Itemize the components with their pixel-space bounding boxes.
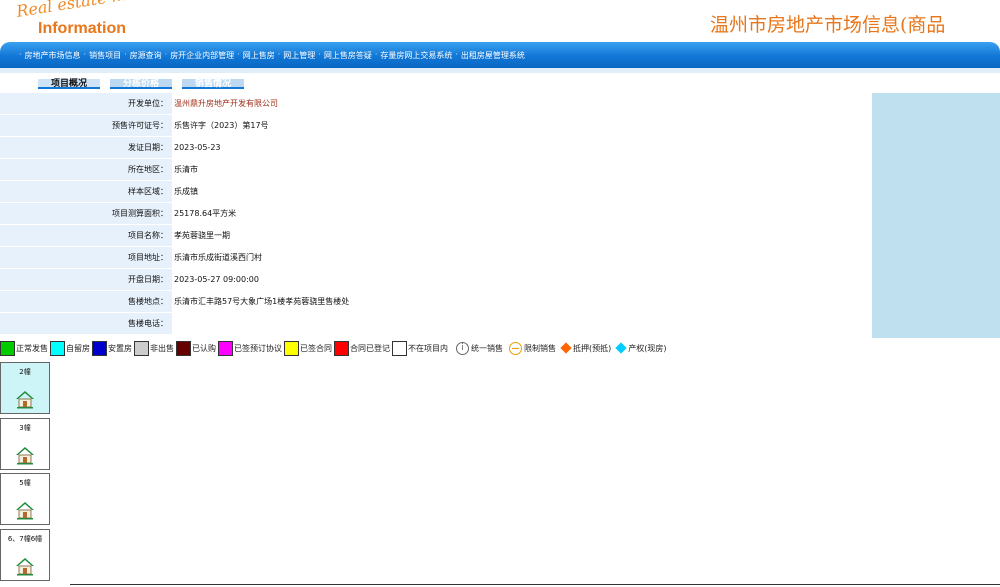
info-value: 孝苑蓉骁里一期 [172,225,872,246]
legend-item: i 统一销售 [450,341,503,355]
info-row-address: 项目地址： 乐清市乐成街道溪西门村 [0,247,872,269]
logo-bottom-text: Information [38,20,126,37]
legend-swatch [134,340,149,356]
info-row-phone: 售楼电话： [0,313,872,335]
legend-item: 正常发售 [0,340,48,356]
building-card-2[interactable]: 2幢 [0,362,50,414]
building-name: 3幢 [19,424,31,432]
nav-item-house-search[interactable]: 房源查询 [130,50,162,61]
info-value: 温州鼎升房地产开发有限公司 [172,93,872,114]
legend-item: 抵押(预抵) [558,342,611,354]
legend-swatch [50,340,65,356]
tab-building-prices[interactable]: 分栋价格 [110,79,172,89]
nav-item-sales-faq[interactable]: 网上售房答疑 [324,50,372,61]
legend-item: 已签预订协议 [218,340,282,356]
legend-item: 合同已登记 [334,340,390,356]
info-label: 样本区域： [0,181,172,202]
minus-circle-icon [509,341,522,355]
info-circle-icon: i [456,341,469,355]
info-row-project-name: 项目名称： 孝苑蓉骁里一期 [0,225,872,247]
project-info-table: 开发单位： 温州鼎升房地产开发有限公司 预售许可证号： 乐售许字（2023）第1… [0,93,1000,338]
info-row-sales-office: 售楼地点： 乐清市汇丰路57号大象广场1楼孝苑蓉骁里售楼处 [0,291,872,313]
cyan-diamond-icon [615,342,627,354]
info-row-issue-date: 发证日期： 2023-05-23 [0,137,872,159]
legend-item: 非出售 [134,340,174,356]
legend-item: 产权(现房) [613,342,667,354]
info-value: 乐清市乐成街道溪西门村 [172,247,872,268]
house-icon [16,502,34,520]
nav-item-market-info[interactable]: 房地产市场信息 [25,50,81,61]
building-card-6-7[interactable]: 6、7幢6幢 [0,529,50,581]
info-value: 乐成镇 [172,181,872,202]
info-value: 乐售许字（2023）第17号 [172,115,872,136]
legend-swatch [176,340,191,356]
info-value: 乐清市 [172,159,872,180]
legend-swatch [218,340,233,356]
info-label: 开发单位： [0,93,172,114]
info-label: 发证日期： [0,137,172,158]
legend-item: 安置房 [92,340,132,356]
nav-item-sales-projects[interactable]: 销售项目 [89,50,121,61]
legend-item: 限制销售 [505,341,556,355]
legend-item: 自留房 [50,340,90,356]
legend-item: 不在项目内 [392,340,448,356]
tab-project-overview[interactable]: 项目概况 [38,79,100,89]
legend-swatch [92,340,107,356]
nav-item-online-sales[interactable]: 网上售房 [243,50,275,61]
main-nav: · 房地产市场信息 · 销售项目 · 房源查询 · 房开企业内部管理 · 网上售… [0,42,1000,68]
info-label: 售楼电话： [0,313,172,334]
house-icon [16,447,34,465]
info-row-region: 所在地区： 乐清市 [0,159,872,181]
info-row-developer: 开发单位： 温州鼎升房地产开发有限公司 [0,93,872,115]
info-side-panel [872,93,1000,338]
info-value: 25178.64平方米 [172,203,872,224]
header: Real estate market Information 温州市房地产市场信… [0,0,1000,42]
building-name: 5幢 [19,479,31,487]
building-card-5[interactable]: 5幢 [0,473,50,525]
nav-item-online-mgmt[interactable]: 网上管理 [283,50,315,61]
legend-swatch [392,340,407,356]
house-icon [16,558,34,576]
info-row-area: 项目测算面积： 25178.64平方米 [0,203,872,225]
logo: Real estate market Information [14,0,170,40]
info-label: 预售许可证号： [0,115,172,136]
info-label: 项目测算面积： [0,203,172,224]
legend-swatch [0,340,15,356]
nav-item-stock-trade[interactable]: 存量房网上交易系统 [380,50,452,61]
info-value [172,313,872,334]
tab-bar: 项目概况 分栋价格 销售情况 [0,73,1000,93]
info-value: 2023-05-27 09:00:00 [172,269,872,290]
info-label: 开盘日期： [0,269,172,290]
info-label: 项目名称： [0,225,172,246]
legend-swatch [334,340,349,356]
info-value: 2023-05-23 [172,137,872,158]
info-row-permit: 预售许可证号： 乐售许字（2023）第17号 [0,115,872,137]
legend-swatch [284,340,299,356]
info-label: 所在地区： [0,159,172,180]
legend-item: 已认购 [176,340,216,356]
house-icon [16,391,34,409]
site-title: 温州市房地产市场信息(商品 [710,14,946,36]
building-name: 6、7幢6幢 [7,535,43,543]
info-row-opening-date: 开盘日期： 2023-05-27 09:00:00 [0,269,872,291]
info-row-sample-area: 样本区域： 乐成镇 [0,181,872,203]
tab-sales-status[interactable]: 销售情况 [182,79,244,89]
logo-top-text: Real estate market [15,0,170,21]
info-label: 项目地址： [0,247,172,268]
divider [70,584,1000,585]
building-card-3[interactable]: 3幢 [0,418,50,470]
nav-item-developer-mgmt[interactable]: 房开企业内部管理 [170,50,234,61]
orange-diamond-icon [560,342,572,354]
status-legend: 正常发售 自留房 安置房 非出售 已认购 已签预订协议 已签合同 合同已登记 不… [0,340,1000,356]
nav-item-rental-mgmt[interactable]: 出租房屋管理系统 [461,50,525,61]
info-label: 售楼地点： [0,291,172,312]
building-name: 2幢 [19,368,31,376]
info-value: 乐清市汇丰路57号大象广场1楼孝苑蓉骁里售楼处 [172,291,872,312]
legend-item: 已签合同 [284,340,332,356]
